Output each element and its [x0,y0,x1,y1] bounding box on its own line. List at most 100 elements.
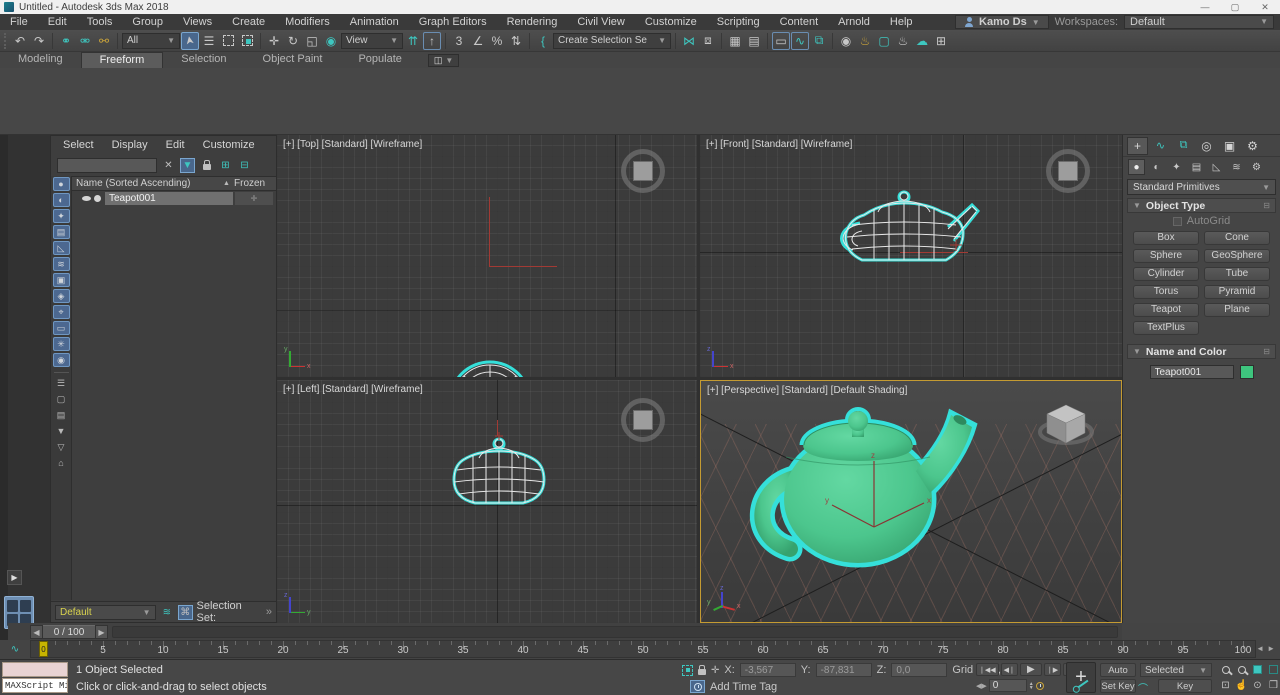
spinner-snap-toggle-button[interactable]: ⇅ [507,32,525,50]
toolbar-grip[interactable] [4,33,8,49]
filter-funnel-icon[interactable]: ▼ [180,158,195,173]
primitive-button[interactable]: TextPlus [1133,321,1199,335]
undo-button[interactable]: ↶ [11,32,29,50]
material-editor-button[interactable]: ◉ [837,32,855,50]
select-and-place-button[interactable]: ◉ [322,32,340,50]
primitive-button[interactable]: Torus [1133,285,1199,299]
time-slider-value[interactable]: 0 / 100 [43,625,95,639]
zoom-region-icon[interactable]: ⊡ [1218,678,1233,693]
y-coordinate-field[interactable]: -87,831 [816,663,872,677]
redo-button[interactable]: ↷ [30,32,48,50]
utilities-tab[interactable]: ⚙ [1242,137,1263,155]
set-keys-button[interactable]: + [1066,662,1096,693]
close-button[interactable]: ✕ [1250,0,1280,14]
next-frame-arrow[interactable]: ▶ [95,625,108,639]
explorer-tool-icon[interactable]: ⌂ [53,456,70,470]
frozen-cell[interactable]: ✛ [235,192,273,205]
viewport-perspective-active[interactable]: [+] [Perspective] [Standard] [Default Sh… [700,380,1122,623]
zoom-all-icon[interactable] [1234,662,1249,677]
viewport-label[interactable]: [+] [Left] [Standard] [Wireframe] [283,384,423,395]
render-setup-button[interactable]: ♨ [856,32,874,50]
maximize-vi ewport-toggle[interactable]: ❒ [1266,678,1280,693]
set-key-button[interactable]: Set Key [1100,679,1136,693]
edit-named-selection-sets-button[interactable]: { [534,32,552,50]
render-in-cloud-button[interactable]: ☁ [913,32,931,50]
maxscript-mini-listener-pink[interactable] [2,662,68,677]
explorer-display-toggle-icon[interactable]: ◉ [53,353,70,367]
key-filters-button[interactable]: Key Filters... [1158,679,1212,693]
explorer-display-toggle-icon[interactable]: ▣ [53,273,70,287]
align-button[interactable]: ⧈ [699,32,717,50]
clear-search-icon[interactable]: ✕ [161,158,176,173]
z-coordinate-field[interactable]: 0,0 [891,663,947,677]
schematic-view-button[interactable]: ⧉ [810,32,828,50]
unlink-selection-icon[interactable]: ⚮ [76,32,94,50]
viewcube[interactable] [1046,149,1090,193]
menu-item[interactable]: Views [173,16,222,28]
footer-more-icon[interactable]: » [266,606,272,618]
menu-item[interactable]: Civil View [567,16,634,28]
menu-item[interactable]: Scripting [707,16,770,28]
primitive-button[interactable]: Cylinder [1133,267,1199,281]
explorer-display-toggle-icon[interactable]: ◈ [53,289,70,303]
prev-frame-arrow[interactable]: ◀ [30,625,43,639]
time-configuration-button[interactable] [1036,682,1044,690]
explorer-display-toggle-icon[interactable]: ⌖ [53,305,70,319]
maxscript-mini-listener[interactable]: MAXScript Mi [2,678,68,693]
explorer-display-toggle-icon[interactable]: ✦ [53,209,70,223]
viewport-label[interactable]: [+] [Top] [Standard] [Wireframe] [283,139,422,150]
viewcube-3d[interactable] [1037,399,1095,451]
rendered-frame-window-button[interactable]: ▢ [875,32,893,50]
spacewarps-category-icon[interactable]: ≋ [1228,159,1245,175]
workspace-dropdown[interactable]: Default ▼ [1124,15,1274,29]
viewport-label[interactable]: [+] [Perspective] [Standard] [Default Sh… [707,385,907,396]
time-tag-clock-icon[interactable] [690,680,705,693]
ribbon-tab[interactable]: Object Paint [245,52,341,68]
auto-key-button[interactable]: Auto Key [1100,663,1136,677]
hierarchy-view-icon[interactable]: ⌘ [178,605,193,620]
explorer-preset-dropdown[interactable]: Default▼ [55,605,156,620]
selection-set-dropdown[interactable]: Selected▼ [1140,663,1212,677]
explorer-menu-item[interactable]: Select [63,139,94,151]
curve-editor-button[interactable]: ∿ [791,32,809,50]
menu-item[interactable]: Graph Editors [409,16,497,28]
menu-item[interactable]: Customize [635,16,707,28]
ab-compare-button[interactable]: ⊞ [932,32,950,50]
menu-item[interactable]: Arnold [828,16,880,28]
teapot-top-wireframe[interactable] [412,355,562,377]
zoom-extents-all-icon[interactable] [1266,662,1280,677]
track-bar-ruler[interactable]: 5101520253035404550556065707580859095100… [30,640,1256,658]
primitive-button[interactable]: Teapot [1133,303,1199,317]
primitive-button[interactable]: Tube [1204,267,1270,281]
menu-item[interactable]: Content [770,16,829,28]
object-name-field[interactable] [1150,365,1234,379]
explorer-display-toggle-icon[interactable]: ● [53,177,70,191]
toggle-layer-explorer-button[interactable]: ▤ [745,32,763,50]
selection-lock-icon[interactable] [698,669,706,675]
primitive-button[interactable]: Pyramid [1204,285,1270,299]
viewcube[interactable] [621,149,665,193]
explorer-search-input[interactable] [57,158,157,173]
viewport-front[interactable]: [+] [Front] [Standard] [Wireframe] [700,135,1122,377]
menu-item[interactable]: Tools [77,16,123,28]
modify-tab[interactable]: ∿ [1150,137,1171,155]
object-color-swatch[interactable] [1240,365,1254,379]
visibility-eye-icon[interactable] [82,196,91,201]
user-account-menu[interactable]: Kamo Ds ▼ [955,15,1049,29]
explorer-menu-item[interactable]: Display [112,139,148,151]
explorer-expand-button[interactable]: ▶ [7,570,22,585]
explorer-display-toggle-icon[interactable]: ◺ [53,241,70,255]
select-and-link-icon[interactable]: ⚭ [57,32,75,50]
select-by-name-button[interactable]: ☰ [200,32,218,50]
viewport-top[interactable]: [+] [Top] [Standard] [Wireframe] [277,135,697,377]
select-and-move-button[interactable]: ✛ [265,32,283,50]
key-mode-toggle[interactable]: ◀▶ [976,682,987,690]
object-type-rollout[interactable]: ▼ Object Type ⊟ [1127,198,1276,213]
explorer-menu-item[interactable]: Edit [166,139,185,151]
trackbar-scroll-arrows[interactable]: ◄► [1256,644,1278,653]
display-tab[interactable]: ▣ [1219,137,1240,155]
select-and-rotate-button[interactable]: ↻ [284,32,302,50]
select-and-manipulate-button[interactable]: ↑ [423,32,441,50]
orbit-icon[interactable]: ⊙ [1250,678,1265,693]
menu-item[interactable]: Animation [340,16,409,28]
